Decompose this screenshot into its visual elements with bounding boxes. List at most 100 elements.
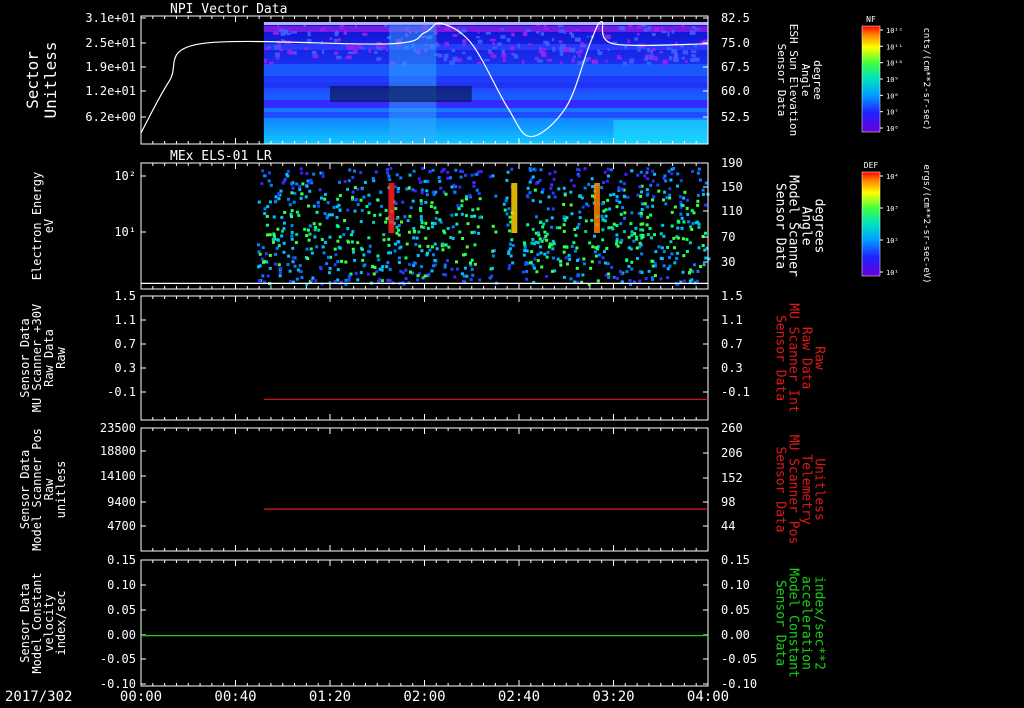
els-heatmap-cell bbox=[394, 242, 398, 246]
els-heatmap-cell bbox=[267, 171, 271, 175]
npi-heatmap-cell bbox=[451, 48, 456, 53]
els-heatmap-cell bbox=[397, 187, 401, 191]
els-heatmap-cell bbox=[618, 200, 622, 204]
npi-heatmap-cell bbox=[691, 50, 697, 53]
els-heatmap-cell bbox=[650, 259, 654, 263]
els-heatmap-cell bbox=[673, 205, 677, 209]
els-heatmap-cell bbox=[443, 263, 447, 267]
npi-heatmap-cell bbox=[272, 31, 279, 35]
els-heatmap-cell bbox=[645, 205, 649, 209]
els-heatmap-cell bbox=[380, 279, 384, 283]
npi-heatmap-cell bbox=[692, 26, 696, 29]
right-axis-label: Raw bbox=[812, 346, 827, 370]
right-axis-label: Sensor Data bbox=[775, 44, 788, 117]
els-heatmap-cell bbox=[602, 209, 606, 213]
npi-heatmap-cell bbox=[477, 61, 481, 65]
els-heatmap-cell bbox=[562, 215, 566, 219]
els-heatmap-cell bbox=[386, 251, 390, 255]
els-heatmap-cell bbox=[545, 238, 549, 242]
els-heatmap-cell bbox=[299, 196, 303, 200]
npi-heatmap-cell bbox=[559, 51, 564, 56]
els-heatmap-cell bbox=[424, 221, 428, 225]
npi-heatmap-band bbox=[263, 112, 708, 118]
els-heatmap-cell bbox=[672, 236, 676, 240]
els-heatmap-cell bbox=[281, 229, 285, 233]
els-heatmap-cell bbox=[699, 265, 703, 269]
els-heatmap-cell bbox=[688, 279, 692, 283]
els-heatmap-cell bbox=[285, 172, 289, 176]
els-heatmap-cell bbox=[575, 266, 579, 270]
els-heatmap-cell bbox=[633, 232, 637, 236]
right-tick-label: 82.5 bbox=[721, 11, 750, 25]
els-heatmap-cell bbox=[288, 203, 292, 207]
els-heatmap-cell bbox=[562, 250, 566, 254]
els-heatmap-cell bbox=[296, 268, 300, 272]
els-heatmap-cell bbox=[569, 190, 573, 194]
els-heatmap-cell bbox=[417, 230, 421, 234]
colorbar-tick-label: 10² bbox=[886, 237, 899, 245]
els-heatmap-cell bbox=[703, 248, 707, 252]
npi-heatmap-cell bbox=[680, 44, 684, 48]
els-heatmap-cell bbox=[343, 180, 347, 184]
els-heatmap-cell bbox=[292, 200, 296, 204]
els-heatmap-cell bbox=[551, 191, 555, 195]
right-axis-label: Telemetry bbox=[799, 454, 814, 525]
right-tick-label: 206 bbox=[721, 446, 743, 460]
els-heatmap-cell bbox=[300, 171, 304, 175]
els-heatmap-cell bbox=[328, 235, 332, 239]
els-heatmap-cell bbox=[266, 205, 270, 209]
npi-heatmap-cell bbox=[263, 58, 267, 64]
els-heatmap-cell bbox=[256, 243, 260, 247]
els-heatmap-cell bbox=[433, 258, 437, 262]
els-heatmap-cell bbox=[491, 224, 495, 228]
els-heatmap-cell bbox=[272, 234, 276, 238]
els-heatmap-cell bbox=[676, 184, 680, 188]
els-heatmap-cell bbox=[563, 193, 567, 197]
els-heatmap-cell bbox=[640, 252, 644, 256]
els-heatmap-cell bbox=[340, 259, 344, 263]
els-heatmap-cell bbox=[601, 228, 605, 232]
npi-heatmap-cell bbox=[502, 57, 506, 62]
els-heatmap-cell bbox=[325, 216, 329, 220]
left-axis-label: eV bbox=[42, 219, 56, 233]
left-tick-label: 4700 bbox=[107, 519, 136, 533]
els-heatmap-cell bbox=[413, 229, 417, 233]
els-heatmap-cell bbox=[387, 237, 391, 241]
els-heatmap-cell bbox=[528, 191, 532, 195]
els-heatmap-cell bbox=[373, 213, 377, 217]
els-heatmap-cell bbox=[465, 197, 469, 201]
els-heatmap-cell bbox=[630, 267, 634, 271]
els-heatmap-cell bbox=[673, 246, 677, 250]
els-heatmap-cell bbox=[629, 222, 633, 226]
els-heatmap-cell bbox=[444, 192, 448, 196]
els-heatmap-cell bbox=[692, 263, 696, 267]
els-heatmap-cell bbox=[611, 227, 615, 231]
els-heatmap-cell bbox=[277, 263, 281, 267]
els-heatmap-cell bbox=[587, 182, 591, 186]
els-heatmap-cell bbox=[430, 201, 434, 205]
els-heatmap-cell bbox=[666, 276, 670, 280]
els-heatmap-cell bbox=[399, 176, 403, 180]
npi-heatmap-cell bbox=[575, 51, 579, 54]
els-heatmap-cell bbox=[444, 243, 448, 247]
x-tick-label: 02:40 bbox=[498, 689, 540, 705]
els-heatmap-cell bbox=[562, 223, 566, 227]
els-heatmap-cell bbox=[351, 175, 355, 179]
right-tick-label: 0.05 bbox=[721, 603, 750, 617]
els-heatmap-cell bbox=[399, 269, 403, 273]
els-heatmap-cell bbox=[494, 230, 498, 234]
els-heatmap-cell bbox=[306, 228, 310, 232]
els-heatmap-cell bbox=[606, 174, 610, 178]
npi-heatmap-cell bbox=[570, 33, 575, 39]
npi-heatmap-cell bbox=[336, 55, 342, 60]
left-tick-label: 0.15 bbox=[107, 553, 136, 567]
npi-heatmap-cell bbox=[501, 49, 505, 54]
els-heatmap-cell bbox=[419, 206, 423, 210]
els-heatmap-cell bbox=[359, 198, 363, 202]
els-heatmap-cell bbox=[308, 232, 312, 236]
els-heatmap-cell bbox=[300, 192, 304, 196]
right-tick-label: 98 bbox=[721, 495, 735, 509]
els-heatmap-cell bbox=[553, 170, 557, 174]
els-heatmap-cell bbox=[704, 181, 708, 185]
els-heatmap-cell bbox=[332, 205, 336, 209]
